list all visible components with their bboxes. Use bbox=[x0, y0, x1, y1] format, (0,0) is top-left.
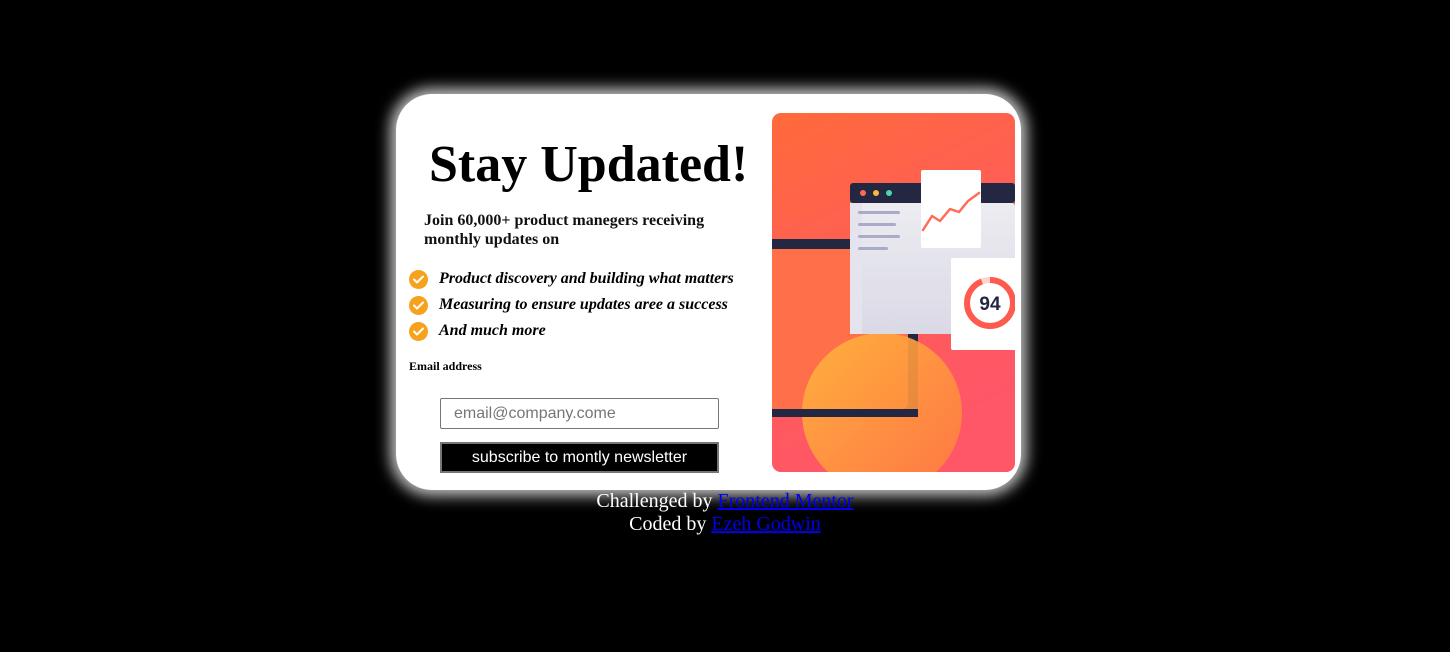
attribution-footer: Challenged by Frontend Mentor Coded by E… bbox=[0, 490, 1450, 536]
challenge-line: Challenged by Frontend Mentor bbox=[0, 490, 1450, 513]
check-icon bbox=[409, 269, 428, 289]
email-label: Email address bbox=[409, 359, 482, 373]
check-icon bbox=[409, 321, 428, 341]
list-item: Product discovery and building what matt… bbox=[409, 266, 734, 292]
feature-list: Product discovery and building what matt… bbox=[409, 266, 734, 344]
challenged-prefix: Challenged by bbox=[596, 490, 718, 512]
list-item: Measuring to ensure updates aree a succe… bbox=[409, 292, 734, 318]
author-link[interactable]: Ezeh Godwin bbox=[711, 513, 820, 535]
email-field[interactable] bbox=[440, 398, 719, 429]
subscribe-button[interactable]: subscribe to montly newsletter bbox=[440, 442, 719, 473]
frontend-mentor-link[interactable]: Frontend Mentor bbox=[718, 490, 854, 512]
feature-text: Measuring to ensure updates aree a succe… bbox=[439, 296, 728, 313]
dashboard-illustration: 94 bbox=[772, 113, 1015, 472]
list-item: And much more bbox=[409, 318, 734, 344]
signup-card: Stay Updated! Join 60,000+ product maneg… bbox=[396, 94, 1021, 490]
intro-text: Join 60,000+ product manegers receiving … bbox=[424, 212, 705, 248]
coded-line: Coded by Ezeh Godwin bbox=[0, 513, 1450, 536]
page-title: Stay Updated! bbox=[429, 136, 749, 193]
coded-prefix: Coded by bbox=[629, 513, 712, 535]
feature-text: And much more bbox=[439, 322, 546, 339]
score-value: 94 bbox=[979, 294, 1001, 315]
feature-text: Product discovery and building what matt… bbox=[439, 270, 734, 287]
check-icon bbox=[409, 295, 428, 315]
